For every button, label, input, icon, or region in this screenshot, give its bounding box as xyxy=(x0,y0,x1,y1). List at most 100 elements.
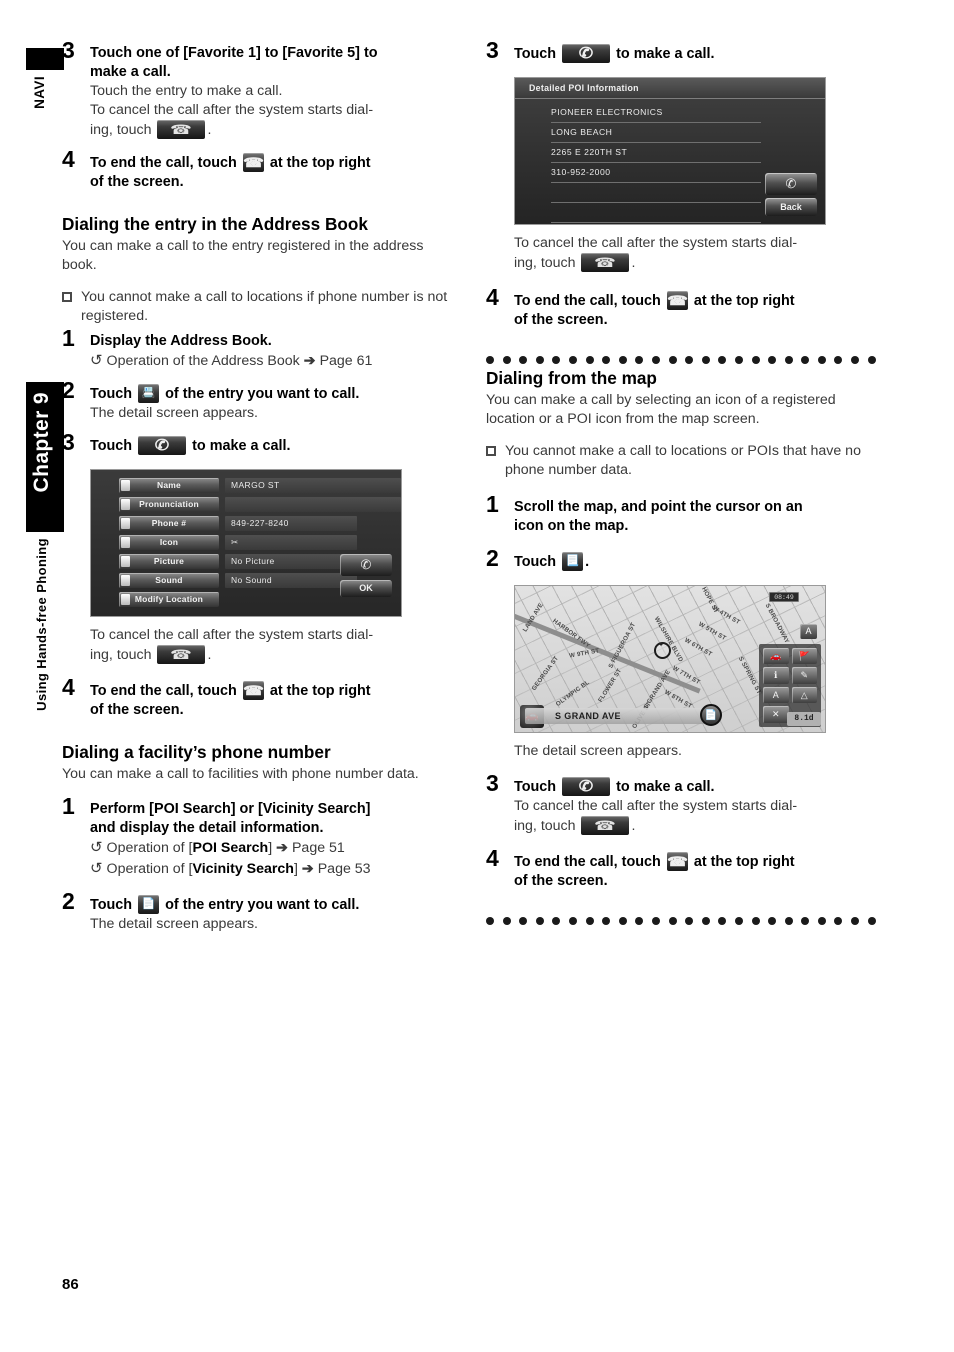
hangup-button-icon[interactable] xyxy=(581,253,630,273)
step-display-address-book: 1 Display the Address Book. ↺ Operation … xyxy=(62,326,452,371)
step-title-line2: and display the detail information. xyxy=(90,820,324,837)
map-cursor[interactable] xyxy=(654,641,671,659)
ab-key-modify-location[interactable]: Modify Location xyxy=(119,592,219,608)
poi-field-city: LONG BEACH xyxy=(551,124,761,144)
cancel-line1: To cancel the call after the system star… xyxy=(514,797,798,814)
step-number: 1 xyxy=(62,324,75,351)
ab-value-sound: No Sound xyxy=(225,573,357,589)
step-number: 2 xyxy=(486,544,499,571)
step-number: 4 xyxy=(62,674,75,701)
step-title-line2: icon on the map. xyxy=(514,517,629,534)
step-number: 4 xyxy=(486,845,499,872)
step-number: 3 xyxy=(62,429,75,456)
route-icon[interactable]: 🚗 xyxy=(763,647,789,665)
step-title-line2: of the screen. xyxy=(90,174,184,191)
step-title: Display the Address Book. xyxy=(90,332,272,349)
close-icon[interactable]: ✕ xyxy=(763,706,789,723)
map-scale-indicator[interactable]: 8.1d xyxy=(787,711,821,726)
step-touch-call-poi: 3 Touch to make a call. xyxy=(486,39,876,64)
ab-key-phone[interactable]: Phone # xyxy=(119,516,219,532)
step-touch-call-1: 3 Touch to make a call. xyxy=(62,431,452,456)
ab-call-button[interactable]: ✆ xyxy=(340,554,392,577)
ab-key-pronunciation[interactable]: Pronunciation xyxy=(119,497,219,513)
ab-value-name: MARGO ST xyxy=(225,478,401,494)
cancel-line1: To cancel the call after the system star… xyxy=(514,235,798,252)
ref1-page[interactable]: Page 51 xyxy=(292,840,345,856)
step-number: 2 xyxy=(62,377,75,404)
address-entry-button-icon[interactable] xyxy=(138,384,160,404)
ab-key-icon[interactable]: Icon xyxy=(119,535,219,551)
cancel-line2: ing, touch xyxy=(514,818,576,834)
poi-entry-button-icon[interactable] xyxy=(138,894,160,914)
ab-ok-button[interactable]: OK xyxy=(340,580,392,598)
step-title-post: of the entry you want to call. xyxy=(165,896,360,913)
heading-address-book: Dialing the entry in the Address Book xyxy=(62,214,368,235)
ref-arrow-icon: ➔ xyxy=(303,352,316,369)
step-touch-entry: 2 Touch of the entry you want to call. T… xyxy=(62,379,452,423)
destination-icon[interactable]: 🚩 xyxy=(791,647,817,665)
cancel-line2: ing, touch xyxy=(514,255,576,272)
north-up-icon[interactable]: A xyxy=(800,623,817,639)
call-button-icon[interactable] xyxy=(138,436,187,456)
left-column: 3 Touch one of [Favorite 1] to [Favorite… xyxy=(62,39,452,947)
cancel-caption-1: To cancel the call after the system star… xyxy=(90,626,452,665)
step-title-pre: Touch xyxy=(90,438,133,455)
hangup-button-icon[interactable] xyxy=(157,645,206,665)
chapter-label: Chapter 9 xyxy=(30,392,53,493)
step-touch-poi-entry: 2 Touch of the entry you want to call. T… xyxy=(62,889,452,934)
map-detail-button-icon[interactable] xyxy=(562,551,584,571)
step-title-pre: To end the call, touch xyxy=(514,854,661,871)
navi-label: NAVI xyxy=(32,76,47,109)
ab-key-picture[interactable]: Picture xyxy=(119,554,219,570)
note-map: You cannot make a call to locations or P… xyxy=(486,442,876,480)
info-icon[interactable]: ℹ xyxy=(763,667,789,684)
call-button-icon[interactable] xyxy=(562,44,611,63)
ref1-post: ] xyxy=(268,840,273,857)
end-call-button-icon[interactable] xyxy=(242,153,264,173)
map-screenshot: LAND AVE HARBOR FWY S FIGUEROA ST FLOWER… xyxy=(514,584,826,733)
step-number: 3 xyxy=(486,769,499,796)
call-button-icon[interactable] xyxy=(562,776,611,796)
ab-key-sound[interactable]: Sound xyxy=(119,573,219,589)
page-number: 86 xyxy=(62,1276,79,1293)
heading-facility: Dialing a facility’s phone number xyxy=(62,742,331,763)
step-favorite-call: 3 Touch one of [Favorite 1] to [Favorite… xyxy=(62,39,452,140)
ref2-page[interactable]: Page 53 xyxy=(318,861,371,877)
step-title-post: at the top right xyxy=(693,293,795,310)
navi-tab-block xyxy=(26,48,64,70)
step-number: 4 xyxy=(62,146,75,173)
reference-hook-icon: ↺ xyxy=(90,859,103,877)
ref-text: Operation of the Address Book xyxy=(106,352,300,369)
ref-page[interactable]: Page 61 xyxy=(320,353,373,369)
end-call-button-icon[interactable] xyxy=(666,852,688,872)
hangup-button-icon[interactable] xyxy=(157,120,206,140)
poi-field-address: 2265 E 220TH ST xyxy=(551,144,761,164)
poi-screen-title: Detailed POI Information xyxy=(515,78,825,100)
map-detail-select-button[interactable]: 📄 xyxy=(700,703,722,726)
end-call-button-icon[interactable] xyxy=(242,681,264,701)
end-call-button-icon[interactable] xyxy=(666,291,688,311)
step-title-post: at the top right xyxy=(693,854,795,871)
ab-key-name[interactable]: Name xyxy=(119,478,219,494)
section-divider-bottom xyxy=(486,917,876,926)
ref-arrow-icon: ➔ xyxy=(276,840,289,857)
step-number: 2 xyxy=(62,887,75,914)
step-scroll-map: 1 Scroll the map, and point the cursor o… xyxy=(486,492,876,536)
step-title-pre: To end the call, touch xyxy=(90,683,237,700)
abc-icon[interactable]: A xyxy=(763,686,789,704)
ab-value-picture: No Picture xyxy=(225,554,357,570)
step-sub: The detail screen appears. xyxy=(90,915,258,932)
cancel-caption-poi: To cancel the call after the system star… xyxy=(514,234,876,273)
step-number: 1 xyxy=(486,490,499,517)
hangup-button-icon[interactable] xyxy=(581,816,630,835)
poi-back-button[interactable]: Back xyxy=(765,198,817,217)
poi-call-button[interactable]: ✆ xyxy=(765,173,817,196)
step-sub-1: Touch the entry to make a call. xyxy=(90,83,283,100)
poi-field-phone: 310-952-2000 xyxy=(551,164,761,184)
step-number: 3 xyxy=(62,37,75,63)
edit-icon[interactable]: △ xyxy=(791,686,817,704)
step-sub: The detail screen appears. xyxy=(90,405,258,422)
tool-icon[interactable]: ✎ xyxy=(791,667,817,684)
step-poi-search: 1 Perform [POI Search] or [Vicinity Sear… xyxy=(62,795,452,879)
step-title-post: to make a call. xyxy=(192,438,291,455)
